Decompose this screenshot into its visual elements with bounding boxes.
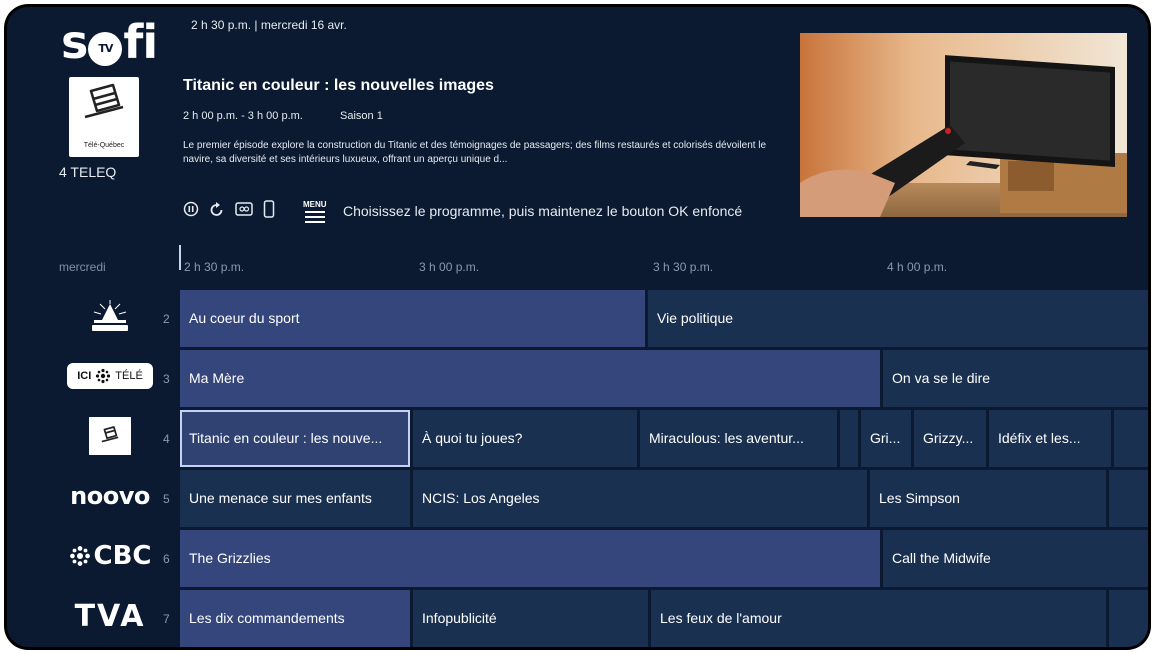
tele-quebec-small-logo <box>55 416 165 456</box>
program-cell[interactable] <box>840 410 858 467</box>
program-cell[interactable]: Au coeur du sport <box>180 290 645 347</box>
program-cell[interactable] <box>1109 590 1148 647</box>
mobile-icon <box>263 200 275 218</box>
channel-row-5: noovo 5 Une menace sur mes enfants NCIS:… <box>7 470 1148 530</box>
tva-wordmark: TVA <box>74 598 146 634</box>
cbc-wordmark: CBC <box>93 541 152 571</box>
channel-number: 7 <box>163 612 170 626</box>
cbc-gem-icon <box>69 546 90 566</box>
channel-row-3: ICI TÉLÉ 3 Ma Mère On va se le dire <box>7 350 1148 410</box>
program-season: Saison 1 <box>340 110 383 122</box>
program-cell[interactable]: Call the Midwife <box>883 530 1148 587</box>
clock-date: 2 h 30 p.m. | mercredi 16 avr. <box>191 18 347 32</box>
tele-quebec-emblem-icon <box>84 83 124 119</box>
now-indicator <box>179 245 181 270</box>
program-cell[interactable]: Idéfix et les... <box>989 410 1111 467</box>
radio-canada-gem-icon <box>96 368 111 384</box>
program-cell[interactable]: The Grizzlies <box>180 530 880 587</box>
noovo-wordmark: noovo <box>70 482 150 510</box>
tv-badge: TV <box>88 32 123 66</box>
channel-number: 3 <box>163 372 170 386</box>
channel-row-2: 2 Au coeur du sport Vie politique <box>7 290 1148 350</box>
program-time: 2 h 00 p.m. - 3 h 00 p.m. <box>183 110 303 122</box>
live-preview-thumbnail[interactable] <box>800 33 1127 217</box>
channel-number: 6 <box>163 552 170 566</box>
tva-logo: TVA <box>55 596 165 636</box>
program-cell[interactable] <box>1114 410 1148 467</box>
program-cell[interactable] <box>1109 470 1148 527</box>
ici-text: ICI <box>77 370 92 382</box>
program-cell[interactable]: Grizzy... <box>914 410 986 467</box>
tele-text: TÉLÉ <box>115 370 143 382</box>
program-cell[interactable]: Ma Mère <box>180 350 880 407</box>
noovo-logo: noovo <box>55 476 165 516</box>
program-cell[interactable]: Les feux de l'amour <box>651 590 1106 647</box>
menu-icon: MENU <box>303 200 327 223</box>
program-cell[interactable]: Infopublicité <box>413 590 648 647</box>
time-slot-label: 4 h 00 p.m. <box>887 260 948 274</box>
program-cell[interactable]: Miraculous: les aventur... <box>640 410 837 467</box>
menu-label: MENU <box>303 200 327 209</box>
channel-number: 5 <box>163 492 170 506</box>
program-cell[interactable]: Vie politique <box>648 290 1148 347</box>
program-description: Le premier épisode explore la constructi… <box>183 140 767 165</box>
restart-icon <box>209 201 225 217</box>
time-slot-label: 3 h 00 p.m. <box>419 260 480 274</box>
program-cell[interactable]: Les dix commandements <box>180 590 410 647</box>
channel-number: 2 <box>163 312 170 326</box>
time-slot-label: 2 h 30 p.m. <box>184 260 245 274</box>
program-title: Titanic en couleur : les nouvelles image… <box>183 77 494 94</box>
tele-quebec-logo: Télé-Québec <box>69 77 139 157</box>
pause-icon <box>183 201 199 217</box>
channel-row-4: 4 Titanic en couleur : les nouve... À qu… <box>7 410 1148 470</box>
ici-tele-logo: ICI TÉLÉ <box>55 356 165 396</box>
cbc-logo: CBC <box>55 536 165 576</box>
program-cell[interactable]: Gri... <box>861 410 911 467</box>
time-slot-label: 3 h 30 p.m. <box>653 260 714 274</box>
guide-day: mercredi <box>59 260 106 274</box>
program-cell-selected[interactable]: Titanic en couleur : les nouve... <box>180 410 410 467</box>
tele-culture-logo <box>55 296 165 336</box>
program-feature-icons <box>183 198 275 220</box>
channel-number: 4 <box>163 432 170 446</box>
tv-guide-screen: s TV fi Télé-Québec 4 TELEQ 2 h 30 p.m. | … <box>6 6 1149 648</box>
current-channel-label: 4 TELEQ <box>59 164 117 180</box>
record-icon <box>235 202 253 216</box>
program-cell[interactable]: On va se le dire <box>883 350 1148 407</box>
program-cell[interactable]: Les Simpson <box>870 470 1106 527</box>
program-cell[interactable]: À quoi tu joues? <box>413 410 637 467</box>
program-cell[interactable]: Une menace sur mes enfants <box>180 470 410 527</box>
channel-logo-caption: Télé-Québec <box>83 142 125 149</box>
guide-hint: Choisissez le programme, puis maintenez … <box>343 203 743 219</box>
sofi-tv-logo: s TV fi <box>61 15 158 69</box>
channel-row-6: CBC 6 The Grizzlies Call the Midwife <box>7 530 1148 590</box>
channel-row-7: TVA 7 Les dix commandements Infopublicit… <box>7 590 1148 647</box>
program-cell[interactable]: NCIS: Los Angeles <box>413 470 867 527</box>
